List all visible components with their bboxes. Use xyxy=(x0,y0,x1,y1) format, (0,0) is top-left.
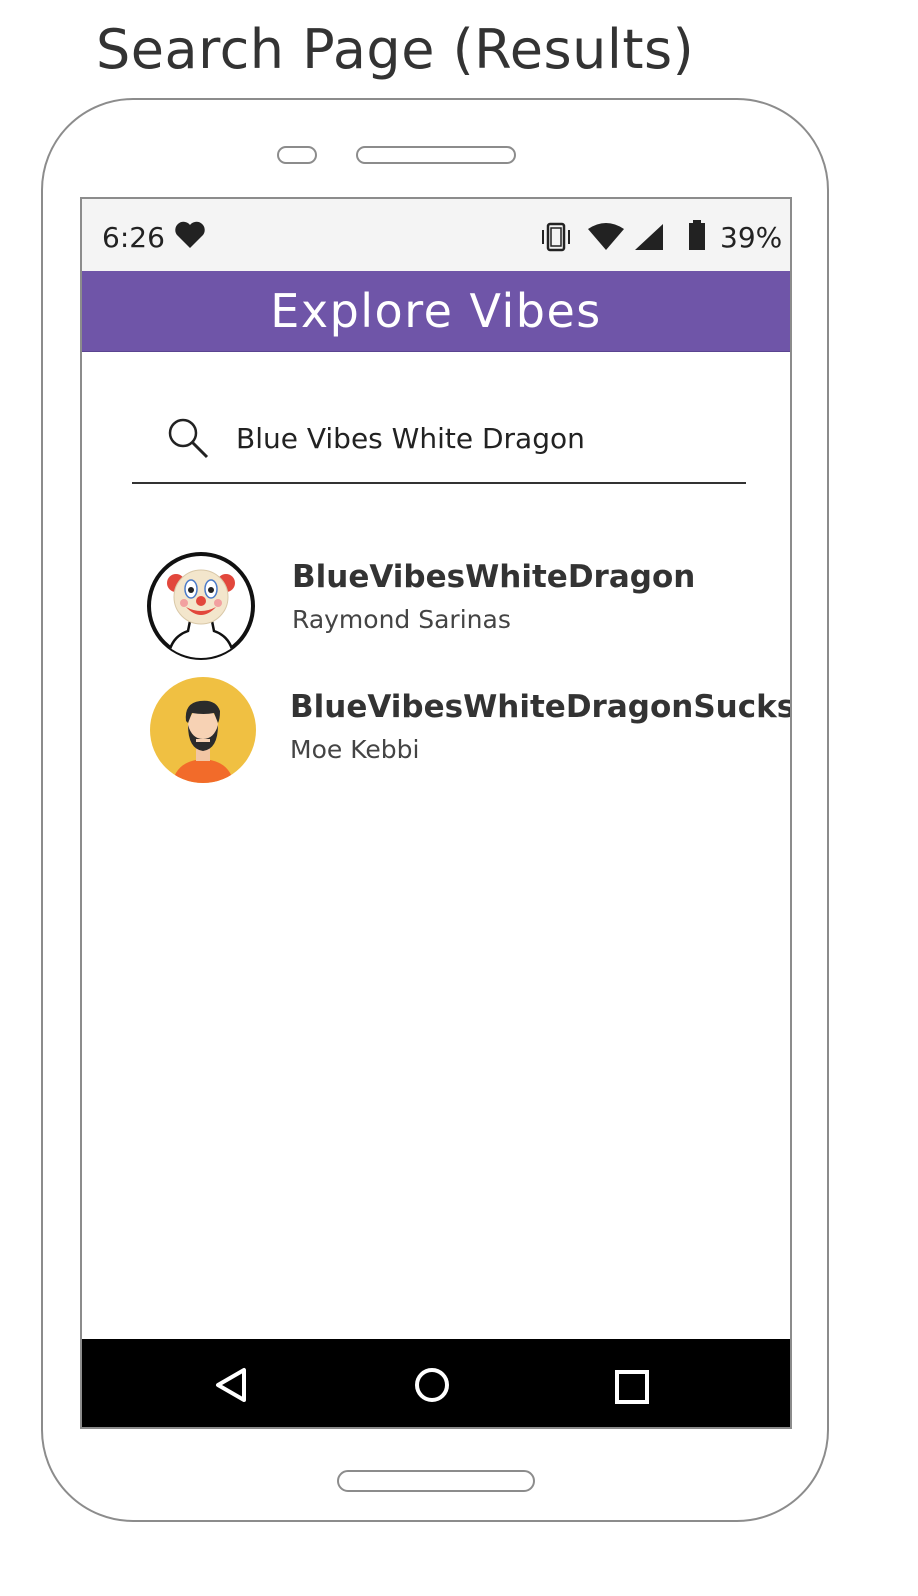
phone-home-button[interactable] xyxy=(337,1470,535,1492)
status-time: 6:26 xyxy=(102,221,165,254)
search-result-item[interactable]: BlueVibesWhiteDragon Raymond Sarinas xyxy=(142,549,762,661)
result-handle: BlueVibesWhiteDragon xyxy=(292,559,696,595)
navigation-bar xyxy=(82,1339,790,1427)
result-handle: BlueVibesWhiteDragonSucks xyxy=(290,689,792,725)
search-result-item[interactable]: BlueVibesWhiteDragonSucks Moe Kebbi xyxy=(142,675,790,785)
battery-icon xyxy=(687,219,707,256)
recents-icon[interactable] xyxy=(614,1369,650,1410)
back-icon[interactable] xyxy=(212,1365,252,1410)
bearded-man-avatar xyxy=(148,675,258,785)
phone-sensor xyxy=(277,146,317,164)
result-name: Raymond Sarinas xyxy=(292,605,511,634)
cell-signal-icon xyxy=(634,223,664,256)
app-bar: Explore Vibes xyxy=(82,271,790,352)
phone-screen: 6:26 39% Explore Vibes Blue Vibes White … xyxy=(80,197,792,1429)
wifi-icon xyxy=(587,223,625,256)
battery-percent: 39% xyxy=(720,221,783,254)
page-title: Search Page (Results) xyxy=(96,18,695,81)
search-bar[interactable] xyxy=(132,404,746,484)
clown-avatar xyxy=(146,551,256,661)
result-name: Moe Kebbi xyxy=(290,735,420,764)
app-title: Explore Vibes xyxy=(270,284,602,338)
phone-speaker xyxy=(356,146,516,164)
search-icon[interactable] xyxy=(166,416,210,465)
status-bar: 6:26 39% xyxy=(82,199,790,271)
heart-icon xyxy=(174,221,206,254)
home-icon[interactable] xyxy=(412,1365,452,1410)
vibrate-icon xyxy=(540,221,572,258)
search-input[interactable] xyxy=(236,422,736,455)
